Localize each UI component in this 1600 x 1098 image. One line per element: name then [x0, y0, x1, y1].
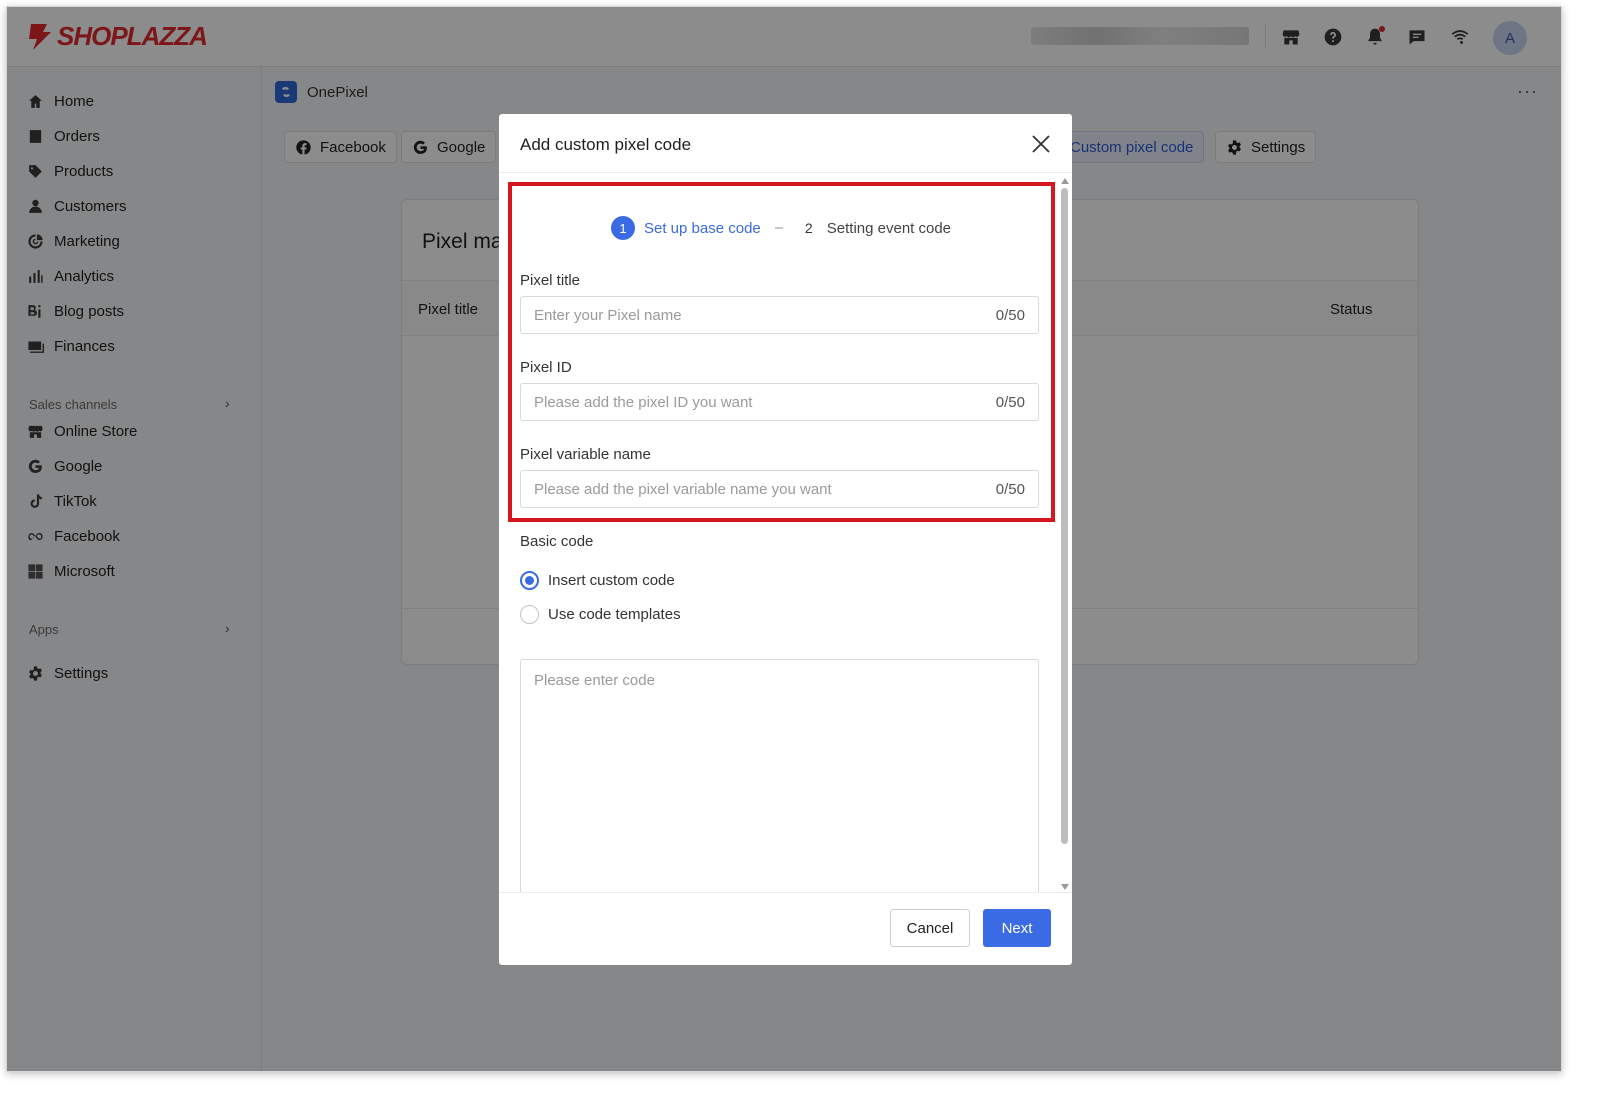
next-button[interactable]: Next	[983, 909, 1051, 947]
stepper: 1 Set up base code 2 Setting event code	[611, 216, 951, 240]
code-textarea[interactable]	[521, 660, 1038, 892]
modal-scrollbar[interactable]	[1060, 178, 1070, 890]
modal-body[interactable]: 1 Set up base code 2 Setting event code …	[499, 174, 1072, 892]
pixel-variable-input[interactable]	[521, 471, 981, 507]
pixel-id-label: Pixel ID	[520, 359, 572, 376]
step-1-label: Set up base code	[644, 219, 761, 237]
add-custom-pixel-modal: Add custom pixel code 1 Set up base code…	[499, 114, 1072, 965]
code-editor[interactable]	[520, 659, 1039, 892]
modal-title: Add custom pixel code	[520, 135, 692, 154]
app-window: SHOPLAZZA A Home Orders Products Custome…	[6, 6, 1562, 1072]
scroll-down-icon[interactable]	[1061, 884, 1069, 890]
pixel-title-count: 0/50	[995, 307, 1025, 324]
step-separator	[774, 227, 783, 229]
step-1-number: 1	[611, 216, 635, 240]
step-2-number: 2	[804, 220, 813, 236]
radio-insert-custom-code[interactable]: Insert custom code	[520, 571, 675, 590]
radio-unchecked-icon[interactable]	[520, 605, 539, 624]
close-icon[interactable]	[1031, 134, 1051, 154]
pixel-id-count: 0/50	[995, 394, 1025, 411]
radio-label: Insert custom code	[548, 572, 675, 589]
step-2-label: Setting event code	[826, 219, 952, 237]
pixel-variable-count: 0/50	[995, 481, 1025, 498]
pixel-title-label: Pixel title	[520, 272, 581, 289]
pixel-title-input[interactable]	[521, 297, 981, 333]
radio-label: Use code templates	[548, 606, 681, 623]
modal-footer: Cancel Next	[499, 892, 1072, 965]
pixel-variable-field[interactable]: 0/50	[520, 470, 1039, 508]
cancel-button[interactable]: Cancel	[890, 909, 970, 947]
modal-header: Add custom pixel code	[499, 114, 1072, 173]
pixel-title-field[interactable]: 0/50	[520, 296, 1039, 334]
radio-checked-icon[interactable]	[520, 571, 539, 590]
scroll-thumb[interactable]	[1061, 188, 1068, 844]
radio-use-code-templates[interactable]: Use code templates	[520, 605, 681, 624]
pixel-id-input[interactable]	[521, 384, 981, 420]
pixel-id-field[interactable]: 0/50	[520, 383, 1039, 421]
pixel-variable-label: Pixel variable name	[520, 446, 651, 463]
basic-code-label: Basic code	[520, 533, 594, 550]
scroll-up-icon[interactable]	[1061, 178, 1069, 184]
